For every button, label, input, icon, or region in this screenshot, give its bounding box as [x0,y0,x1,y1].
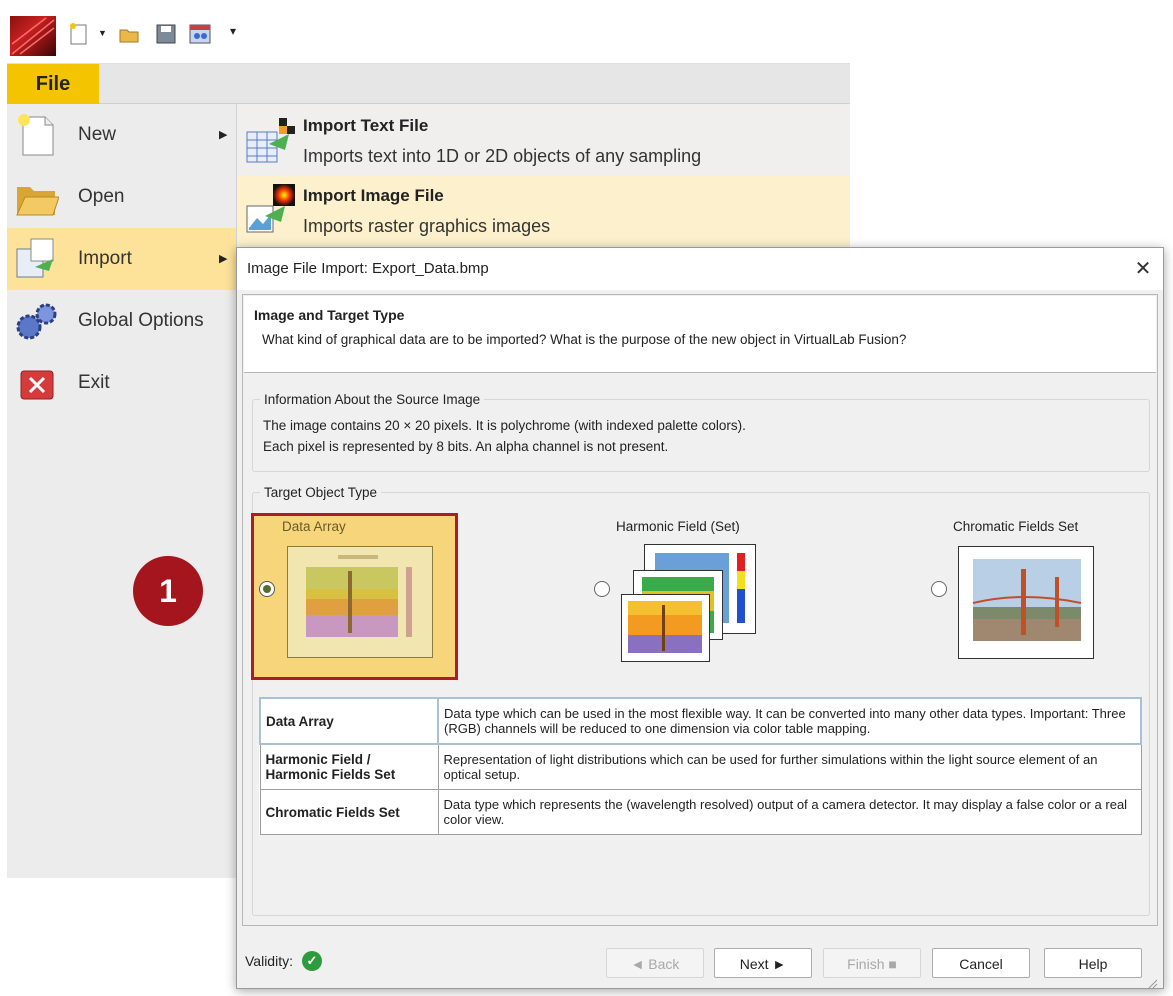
step-badge: 1 [133,556,203,626]
finish-button[interactable]: Finish ■ [823,948,921,978]
next-button[interactable]: Next ► [714,948,812,978]
table-cell-description: Data type which represents the (waveleng… [437,789,1142,835]
chromatic-fields-preview-image [958,546,1094,659]
target-option-label: Data Array [282,519,346,534]
text-file-import-icon [245,114,297,166]
image-file-import-icon [245,182,297,238]
harmonic-field-preview-front [621,594,710,662]
table-cell-type: Harmonic Field / Harmonic Fields Set [259,743,439,790]
submenu-item-import-image-file[interactable]: Import Image File Imports raster graphic… [237,176,850,246]
chromatic-fields-radio[interactable] [931,581,947,597]
menu-item-label: Import [78,248,132,269]
menu-item-label: New [78,124,117,145]
save-icon[interactable] [155,22,177,46]
harmonic-field-radio[interactable] [594,581,610,597]
exit-icon [15,361,59,405]
menu-item-import[interactable]: Import ▶ [7,228,236,290]
table-cell-type: Data Array [259,697,439,745]
gears-icon [15,299,59,343]
table-cell-description: Representation of light distributions wh… [437,743,1142,790]
source-info-group-title: Information About the Source Image [260,392,485,407]
resize-grip-icon[interactable] [1148,976,1158,989]
submenu-item-title: Import Image File [303,186,444,205]
menu-item-label: Open [78,186,125,207]
submenu-arrow-icon: ▶ [219,129,228,141]
app-logo-icon[interactable] [10,16,56,56]
submenu-item-description: Imports raster graphics images [303,216,551,236]
submenu-arrow-icon: ▶ [219,253,228,265]
target-option-label: Chromatic Fields Set [953,519,1079,534]
layout-icon[interactable] [188,22,211,46]
source-info-group [252,399,1150,472]
data-array-preview-image [287,546,433,658]
back-button[interactable]: ◄ Back [606,948,704,978]
help-button[interactable]: Help [1044,948,1142,978]
table-cell-description: Data type which can be used in the most … [437,697,1142,745]
new-document-icon [15,113,59,157]
menu-item-global-options[interactable]: Global Options [7,290,236,352]
wizard-step-description: What kind of graphical data are to be im… [262,332,907,347]
menu-item-exit[interactable]: Exit [7,352,236,414]
menu-item-label: Exit [78,372,110,393]
validity-label: Validity: [245,953,293,969]
import-icon [15,237,59,281]
cancel-button[interactable]: Cancel [932,948,1030,978]
new-dropdown-icon[interactable]: ▼ [98,28,107,38]
ribbon-tab-bar [7,64,850,104]
submenu-item-title: Import Text File [303,116,429,135]
menu-item-new[interactable]: New ▶ [7,104,236,166]
table-row[interactable]: Harmonic Field / Harmonic Fields Set Rep… [259,743,1142,790]
target-option-label: Harmonic Field (Set) [616,519,740,534]
new-file-icon[interactable] [68,22,90,46]
menu-item-label: Global Options [78,310,204,331]
source-info-line: Each pixel is represented by 8 bits. An … [263,439,669,454]
table-row[interactable]: Chromatic Fields Set Data type which rep… [259,789,1142,835]
radio-selected-dot-icon [263,585,271,593]
source-info-line: The image contains 20 × 20 pixels. It is… [263,418,746,433]
menu-item-open[interactable]: Open [7,166,236,228]
submenu-item-description: Imports text into 1D or 2D objects of an… [303,146,702,166]
close-icon[interactable]: ✕ [1130,255,1156,283]
folder-open-icon [15,175,60,219]
table-row[interactable]: Data Array Data type which can be used i… [259,697,1142,745]
check-icon: ✓ [302,951,322,971]
wizard-step-title: Image and Target Type [254,307,405,323]
target-type-description-table: Data Array Data type which can be used i… [259,697,1142,835]
dialog-title: Image File Import: Export_Data.bmp [247,260,489,277]
target-type-group-title: Target Object Type [260,485,382,500]
submenu-item-import-text-file[interactable]: Import Text File Imports text into 1D or… [237,106,850,176]
file-tab[interactable]: File [7,64,99,104]
open-folder-icon[interactable] [118,22,140,46]
customize-toolbar-icon[interactable]: ▾ [230,24,236,38]
table-cell-type: Chromatic Fields Set [259,789,439,835]
